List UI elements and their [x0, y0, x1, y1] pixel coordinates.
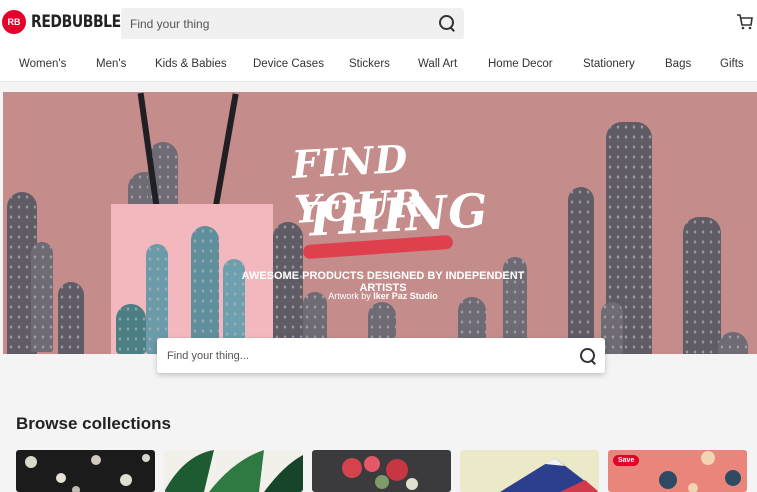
hero-search-input[interactable]: [167, 338, 557, 373]
nav-item-device-cases[interactable]: Device Cases: [253, 58, 324, 70]
collection-card[interactable]: Save: [608, 450, 747, 492]
search-icon[interactable]: [579, 347, 597, 365]
collection-card[interactable]: [16, 450, 155, 492]
artwork-credit: Artwork by Iker Paz Studio: [223, 291, 543, 301]
hero-title-line2: Thing: [301, 183, 490, 247]
logo-badge: RB: [2, 10, 26, 34]
redbubble-logo[interactable]: RB REDBUBBLE: [2, 10, 140, 34]
search-icon[interactable]: [438, 14, 456, 32]
collection-card[interactable]: [312, 450, 451, 492]
save-button[interactable]: Save: [613, 455, 640, 466]
nav-item-stationery[interactable]: Stationery: [583, 58, 635, 70]
nav-item-stickers[interactable]: Stickers: [349, 58, 390, 70]
browse-collections-heading: Browse collections: [16, 414, 171, 433]
artwork-credit-prefix: Artwork by: [328, 291, 371, 301]
collection-image: [25, 454, 150, 492]
nav-item-gifts[interactable]: Gifts: [720, 58, 744, 70]
collection-image: [164, 450, 303, 492]
collection-image: [500, 458, 599, 492]
cart-icon[interactable]: [736, 13, 754, 31]
hero-search-bar: [157, 338, 605, 373]
nav-item-kids-babies[interactable]: Kids & Babies: [155, 58, 227, 70]
artist-link[interactable]: Iker Paz Studio: [373, 291, 438, 301]
header-search-input[interactable]: [130, 8, 430, 39]
nav-item-home-decor[interactable]: Home Decor: [488, 58, 553, 70]
nav-item-mens[interactable]: Men's: [96, 58, 126, 70]
category-nav: Women's Men's Kids & Babies Device Cases…: [0, 48, 757, 82]
collection-card[interactable]: [460, 450, 599, 492]
hero-banner[interactable]: Find your Thing AWESOME PRODUCTS DESIGNE…: [3, 92, 757, 354]
collection-image: [342, 456, 418, 490]
nav-item-wall-art[interactable]: Wall Art: [418, 58, 457, 70]
collection-card[interactable]: [164, 450, 303, 492]
header: RB REDBUBBLE: [0, 0, 757, 48]
header-search-bar: [121, 8, 464, 39]
logo-text: REDBUBBLE: [31, 12, 121, 32]
nav-item-womens[interactable]: Women's: [19, 58, 66, 70]
nav-item-bags[interactable]: Bags: [665, 58, 691, 70]
